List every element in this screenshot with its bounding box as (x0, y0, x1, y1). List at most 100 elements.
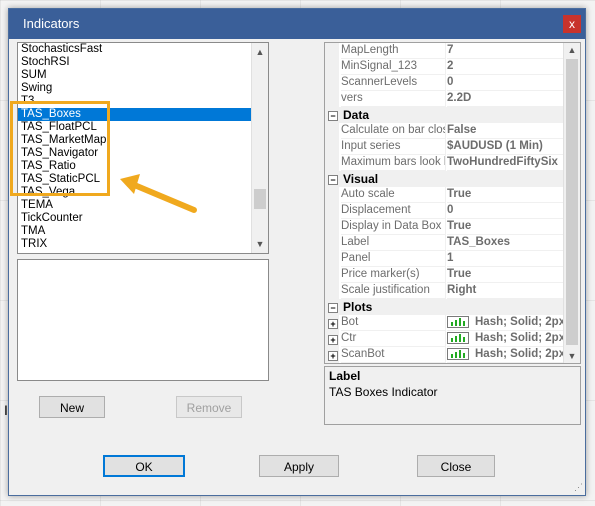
property-row[interactable]: Panel 1 (325, 251, 580, 267)
indicator-list-item[interactable]: StochasticsFast (18, 43, 268, 56)
property-name: Input series (341, 139, 446, 155)
property-row[interactable]: Auto scale True (325, 187, 580, 203)
property-row[interactable]: Calculate on bar clos False (325, 123, 580, 139)
category-label: Plots (343, 300, 373, 314)
property-value[interactable]: 1 (447, 251, 564, 267)
property-value[interactable]: TAS_Boxes (447, 235, 564, 251)
property-row[interactable]: vers 2.2D (325, 91, 580, 107)
property-value[interactable]: 2 (447, 59, 564, 75)
property-gutter (325, 139, 339, 155)
property-gutter (325, 59, 339, 75)
property-category-data[interactable]: − Data (325, 107, 580, 123)
plot-style-text: Hash; Solid; 2px (475, 316, 564, 328)
indicator-description-box (17, 259, 269, 381)
property-value[interactable]: Right (447, 283, 564, 299)
property-gutter (325, 187, 339, 203)
plot-style-swatch-icon (447, 331, 469, 344)
ok-button[interactable]: OK (103, 455, 185, 477)
property-name: Price marker(s) (341, 267, 446, 283)
indicators-dialog: Indicators x StochasticsFast StochRSI SUM S… (8, 8, 586, 496)
scroll-down-icon[interactable]: ▼ (564, 351, 580, 361)
property-name: Auto scale (341, 187, 446, 203)
property-name: MinSignal_123 (341, 59, 446, 75)
title-bar[interactable]: Indicators x (9, 9, 585, 39)
property-name: ScannerLevels (341, 75, 446, 91)
property-value[interactable]: 7 (447, 43, 564, 59)
indicator-list-item[interactable]: SUM (18, 69, 268, 82)
property-row[interactable]: Maximum bars look b TwoHundredFiftySix (325, 155, 580, 171)
property-gutter (325, 219, 339, 235)
close-button[interactable]: Close (417, 455, 495, 477)
property-gutter (325, 283, 339, 299)
indicator-list-item[interactable]: Swing (18, 82, 268, 95)
tas-indicators-highlight-box (10, 101, 110, 196)
indicator-list-item[interactable]: TRIX (18, 238, 268, 251)
property-name: Label (341, 235, 446, 251)
category-label: Visual (343, 172, 379, 186)
property-name: Maximum bars look b (341, 155, 446, 171)
property-gutter (325, 235, 339, 251)
property-value[interactable]: 2.2D (447, 91, 564, 107)
plot-style-text: Hash; Solid; 2px (475, 332, 564, 344)
expand-icon[interactable]: + (328, 351, 338, 361)
scroll-down-icon[interactable]: ▼ (252, 237, 268, 251)
property-name: Scale justification (341, 283, 446, 299)
scrollbar-thumb[interactable] (566, 59, 578, 345)
property-value[interactable]: Hash; Solid; 2px (447, 331, 564, 347)
annotation-arrow-icon (120, 174, 197, 213)
property-help-pane: Label TAS Boxes Indicator (324, 366, 581, 425)
indicator-list-item[interactable]: StochRSI (18, 56, 268, 69)
property-row[interactable]: Price marker(s) True (325, 267, 580, 283)
property-value[interactable]: 0 (447, 75, 564, 91)
property-grid[interactable]: MapLength 7 MinSignal_123 2 ScannerLevels 0 ve… (324, 42, 581, 364)
help-title: Label (329, 369, 361, 383)
property-row[interactable]: Displacement 0 (325, 203, 580, 219)
scrollbar-thumb[interactable] (254, 189, 266, 209)
property-row[interactable]: Input series $AUDUSD (1 Min) (325, 139, 580, 155)
property-row[interactable]: + Bot Hash; Solid; 2px (325, 315, 580, 331)
property-value[interactable]: True (447, 187, 564, 203)
collapse-icon[interactable]: − (328, 111, 338, 121)
property-value[interactable]: $AUDUSD (1 Min) (447, 139, 564, 155)
indicator-list-item[interactable]: TMA (18, 225, 268, 238)
property-row[interactable]: + ScanBot Hash; Solid; 2px (325, 347, 580, 363)
expand-icon[interactable]: + (328, 335, 338, 345)
property-gutter (325, 43, 339, 59)
property-value[interactable]: False (447, 123, 564, 139)
property-gutter (325, 75, 339, 91)
property-row[interactable]: + Ctr Hash; Solid; 2px (325, 331, 580, 347)
collapse-icon[interactable]: − (328, 175, 338, 185)
indicator-list-scrollbar[interactable]: ▲ ▼ (251, 43, 268, 253)
apply-button[interactable]: Apply (259, 455, 339, 477)
dialog-title: Indicators (23, 16, 80, 31)
property-value[interactable]: True (447, 267, 564, 283)
property-value[interactable]: Hash; Solid; 2px (447, 315, 564, 331)
remove-button[interactable]: Remove (176, 396, 242, 418)
property-value[interactable]: TwoHundredFiftySix (447, 155, 564, 171)
property-value[interactable]: 0 (447, 203, 564, 219)
scroll-up-icon[interactable]: ▲ (564, 45, 580, 55)
category-label: Data (343, 108, 370, 122)
property-row[interactable]: Label TAS_Boxes (325, 235, 580, 251)
property-row[interactable]: Display in Data Box True (325, 219, 580, 235)
property-grid-scrollbar[interactable]: ▲ ▼ (563, 43, 580, 363)
property-value[interactable]: True (447, 219, 564, 235)
property-name: Displacement (341, 203, 446, 219)
property-row[interactable]: Scale justification Right (325, 283, 580, 299)
property-gutter (325, 155, 339, 171)
new-button[interactable]: New (39, 396, 105, 418)
property-row[interactable]: MinSignal_123 2 (325, 59, 580, 75)
resize-grip-icon[interactable]: ⋰ (574, 482, 583, 493)
scroll-up-icon[interactable]: ▲ (252, 45, 268, 59)
property-row[interactable]: ScannerLevels 0 (325, 75, 580, 91)
property-value[interactable]: Hash; Solid; 2px (447, 347, 564, 363)
expand-icon[interactable]: + (328, 319, 338, 329)
property-name: MapLength (341, 43, 446, 59)
property-category-plots[interactable]: − Plots (325, 299, 580, 315)
collapse-icon[interactable]: − (328, 303, 338, 313)
property-name: Calculate on bar clos (341, 123, 446, 139)
close-window-button[interactable]: x (563, 15, 581, 33)
property-row[interactable]: MapLength 7 (325, 43, 580, 59)
plot-style-swatch-icon (447, 315, 469, 328)
property-category-visual[interactable]: − Visual (325, 171, 580, 187)
